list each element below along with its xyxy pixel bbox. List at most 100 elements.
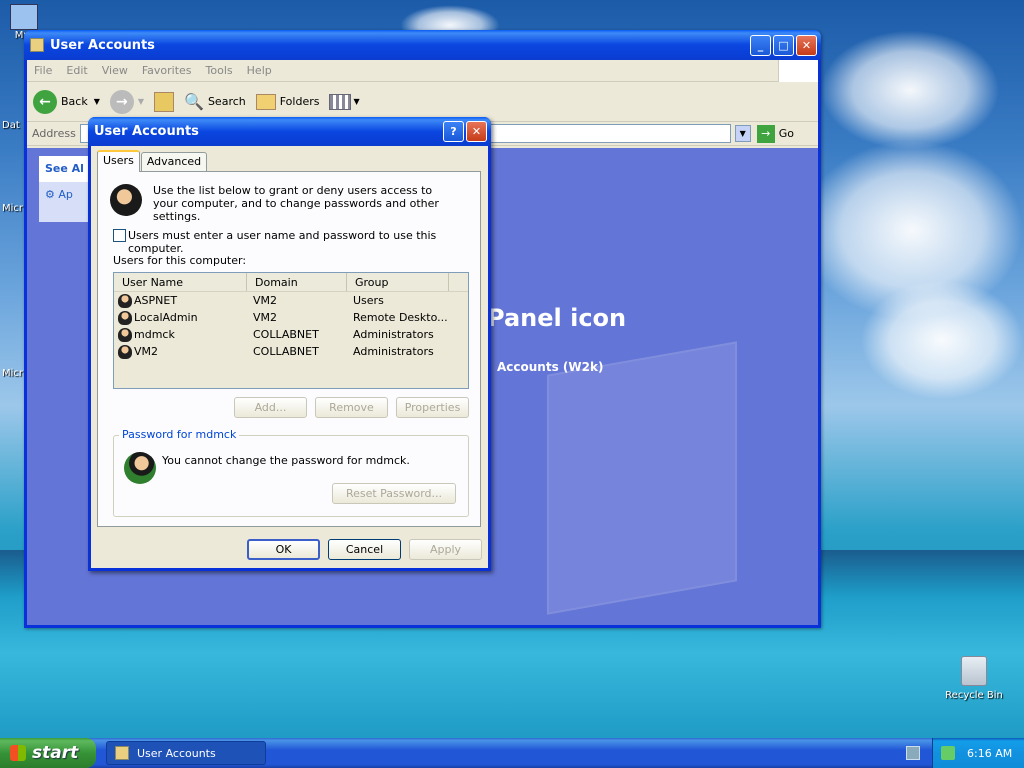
folders-button[interactable]: Folders: [255, 93, 320, 110]
taskbar: start User Accounts 6:16 AM: [0, 738, 1024, 768]
explorer-titlebar[interactable]: User Accounts _ □ ✕: [24, 30, 821, 60]
menu-favorites[interactable]: Favorites: [135, 64, 199, 77]
views-button[interactable]: ▼: [329, 93, 360, 110]
user-name: mdmck: [134, 327, 175, 341]
tab-advanced[interactable]: Advanced: [140, 152, 208, 172]
menu-tools[interactable]: Tools: [199, 64, 240, 77]
network-icon[interactable]: [941, 746, 955, 760]
remove-user-button[interactable]: Remove: [315, 397, 388, 418]
add-user-button[interactable]: Add...: [234, 397, 307, 418]
table-row[interactable]: LocalAdmin VM2 Remote Deskto...: [114, 309, 468, 326]
address-dropdown-button[interactable]: ▼: [734, 125, 751, 142]
require-login-checkbox[interactable]: [113, 229, 126, 242]
desktop-icon-microsoft-2[interactable]: Micr: [2, 368, 23, 379]
start-button[interactable]: start: [0, 738, 96, 768]
keyboard-icon[interactable]: [906, 746, 920, 760]
start-label: start: [32, 743, 79, 763]
user-name: ASPNET: [134, 293, 178, 307]
search-label: Search: [207, 95, 246, 108]
address-label: Address: [32, 127, 76, 140]
computer-icon: [10, 4, 38, 30]
properties-button[interactable]: Properties: [396, 397, 469, 418]
cancel-button[interactable]: Cancel: [328, 539, 401, 560]
taskbar-item-user-accounts[interactable]: User Accounts: [106, 741, 266, 765]
desktop-icon-microsoft-1[interactable]: Micr: [2, 203, 23, 214]
desktop-icon-label: Dat: [2, 120, 20, 131]
user-domain: COLLABNET: [253, 345, 319, 358]
column-domain[interactable]: Domain: [247, 273, 347, 291]
tab-users[interactable]: Users: [97, 150, 140, 172]
dropdown-arrow-icon: ▼: [353, 97, 360, 106]
menubar: File Edit View Favorites Tools Help: [27, 59, 818, 82]
dropdown-arrow-icon: ▼: [137, 97, 145, 106]
back-button[interactable]: ← Back ▼: [33, 89, 100, 114]
windows-logo-icon: [778, 59, 818, 82]
page-title: Panel icon: [487, 304, 627, 332]
dialog-body: Users Advanced Use the list below to gra…: [91, 146, 488, 568]
search-icon: 🔍: [184, 92, 204, 111]
user-group: Users: [353, 294, 384, 307]
column-group[interactable]: Group: [347, 273, 449, 291]
desktop-icon-label: Micr: [2, 368, 24, 379]
user-name: VM2: [134, 344, 159, 358]
users-list[interactable]: User Name Domain Group ASPNET VM2 Users …: [113, 272, 469, 389]
back-arrow-icon: ←: [33, 89, 57, 114]
column-user-name[interactable]: User Name: [114, 273, 247, 291]
table-row[interactable]: ASPNET VM2 Users: [114, 292, 468, 309]
search-button[interactable]: 🔍 Search: [184, 92, 246, 111]
desktop-icon-label: Micr: [2, 203, 24, 214]
forward-arrow-icon: →: [109, 89, 134, 114]
users-keys-icon: [110, 184, 142, 216]
forward-button[interactable]: → ▼: [109, 89, 145, 114]
menu-help[interactable]: Help: [240, 64, 279, 77]
menu-edit[interactable]: Edit: [59, 64, 94, 77]
window-title: User Accounts: [50, 37, 155, 53]
folders-label: Folders: [279, 95, 320, 108]
apply-button[interactable]: Apply: [409, 539, 482, 560]
views-icon: [329, 93, 352, 110]
menu-file[interactable]: File: [27, 64, 59, 77]
dialog-close-button[interactable]: ✕: [466, 121, 487, 142]
toolbar: ← Back ▼ → ▼ 🔍 Search Folders ▼: [27, 82, 818, 122]
desktop-icon-label: Recycle Bin: [945, 690, 1003, 701]
user-group: Administrators: [353, 345, 434, 358]
menu-view[interactable]: View: [95, 64, 135, 77]
table-row[interactable]: mdmck COLLABNET Administrators: [114, 326, 468, 343]
maximize-button[interactable]: □: [773, 34, 794, 56]
user-group: Administrators: [353, 328, 434, 341]
intro-text: Use the list below to grant or deny user…: [153, 184, 439, 223]
user-icon: [118, 293, 132, 308]
page-subtitle: Accounts (W2k): [497, 360, 604, 374]
list-header: User Name Domain Group: [114, 273, 468, 292]
up-folder-icon: [154, 91, 175, 112]
folder-icon: [30, 38, 44, 52]
dropdown-arrow-icon[interactable]: ▼: [94, 97, 100, 106]
go-arrow-icon[interactable]: →: [756, 124, 775, 143]
clock[interactable]: 6:16 AM: [967, 747, 1012, 760]
user-icon: [118, 327, 132, 342]
cloud: [860, 280, 1024, 400]
taskbar-item-label: User Accounts: [137, 746, 216, 760]
checkmark-watermark: [547, 341, 737, 615]
table-row[interactable]: VM2 COLLABNET Administrators: [114, 343, 468, 360]
password-groupbox: Password for mdmck You cannot change the…: [113, 428, 469, 517]
desktop-icon-recycle-bin[interactable]: Recycle Bin: [944, 656, 1004, 701]
user-icon: [118, 344, 132, 359]
reset-password-button[interactable]: Reset Password...: [332, 483, 456, 504]
close-button[interactable]: ✕: [796, 34, 817, 56]
require-login-label[interactable]: Users must enter a user name and passwor…: [128, 229, 480, 255]
help-button[interactable]: ?: [443, 121, 464, 142]
desktop-icon-data[interactable]: Dat: [2, 120, 20, 131]
dialog-titlebar[interactable]: User Accounts ? ✕: [88, 117, 491, 146]
dialog-title: User Accounts: [94, 124, 199, 139]
password-group-label: Password for mdmck: [119, 428, 240, 441]
ok-button[interactable]: OK: [247, 539, 320, 560]
user-globe-icon: [124, 452, 156, 484]
app-icon: ⚙: [45, 188, 55, 201]
up-button[interactable]: [154, 91, 175, 112]
go-button[interactable]: Go: [779, 127, 794, 140]
tab-strip: Users Advanced: [97, 150, 208, 172]
user-icon: [118, 310, 132, 325]
windows-flag-icon: [10, 745, 26, 761]
minimize-button[interactable]: _: [750, 34, 771, 56]
